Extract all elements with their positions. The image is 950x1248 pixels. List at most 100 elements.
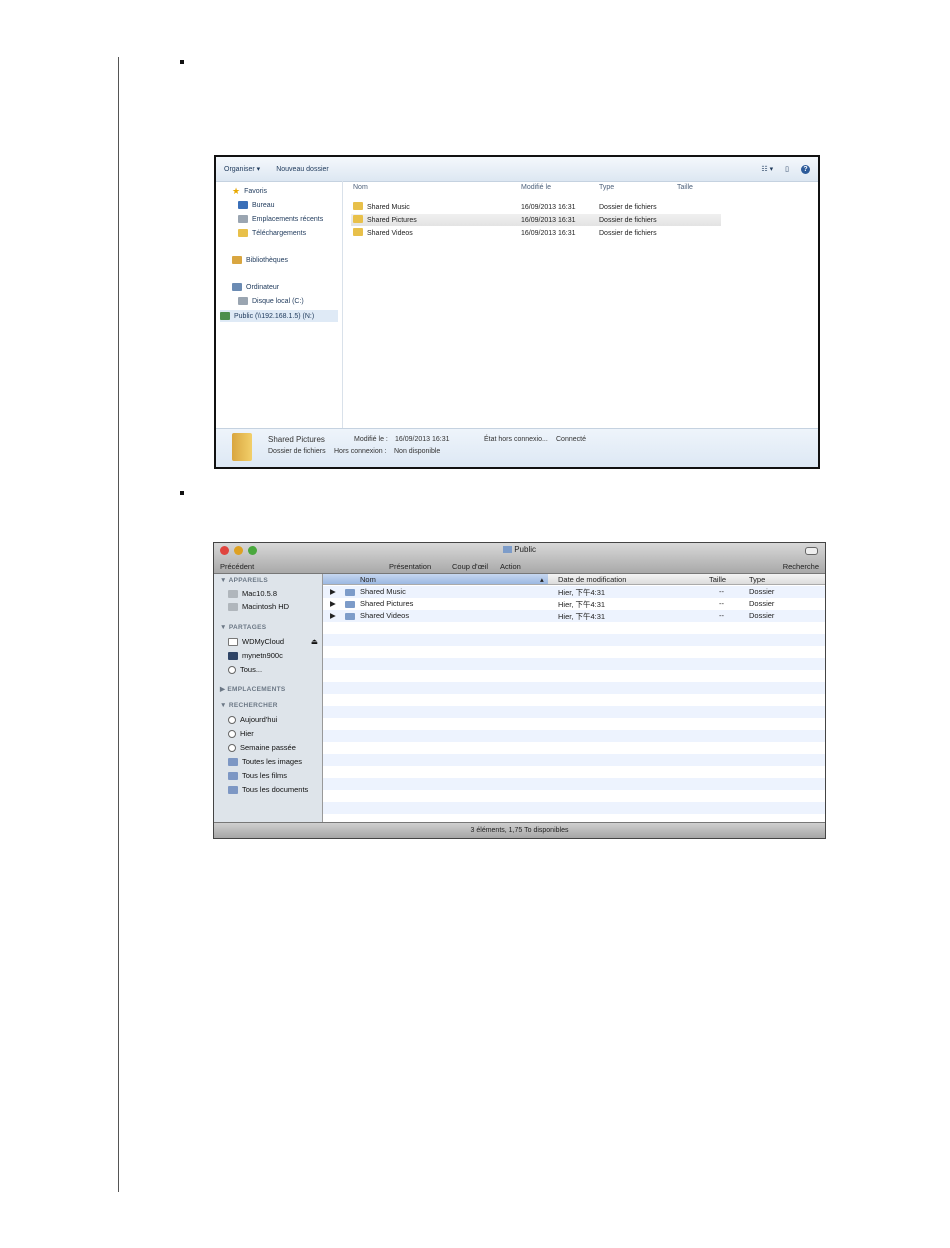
preview-pane-icon[interactable]: ▯ xyxy=(785,165,789,173)
sidebar-item-label: Semaine passée xyxy=(240,743,296,752)
windows-explorer-window: Organiser ▾ Nouveau dossier ☷ ▾ ▯ ? ★ Fa… xyxy=(214,155,820,469)
nav-computer[interactable]: Ordinateur xyxy=(232,283,279,291)
computer-icon xyxy=(232,283,242,291)
folder-icon xyxy=(345,612,355,620)
toolbar-toggle-button[interactable] xyxy=(805,547,818,555)
help-icon[interactable]: ? xyxy=(801,164,810,174)
smart-folder-icon xyxy=(228,757,238,766)
sidebar-section-search[interactable]: ▼ RECHERCHER xyxy=(220,702,278,709)
file-type: Dossier de fichiers xyxy=(599,203,657,211)
file-row[interactable]: Shared Videos 16/09/2013 16:31 Dossier d… xyxy=(351,227,721,239)
nav-favorites[interactable]: ★ Favoris xyxy=(232,187,267,196)
disclosure-triangle-icon[interactable]: ▶ xyxy=(330,599,336,608)
sidebar-item-all-documents[interactable]: Tous les documents xyxy=(228,785,308,794)
file-name: Shared Music xyxy=(367,203,410,211)
quicklook-button[interactable]: Coup d'œil xyxy=(452,562,488,571)
sorted-column-highlight xyxy=(323,574,548,584)
nav-network-share-label: Public (\\192.168.1.5) (N:) xyxy=(234,312,315,320)
sidebar-item-all-images[interactable]: Toutes les images xyxy=(228,757,302,766)
sidebar-item-label: WDMyCloud xyxy=(242,637,285,646)
column-header-size[interactable]: Taille xyxy=(677,184,693,191)
file-name: Shared Videos xyxy=(367,229,413,237)
nav-recent-label: Emplacements récents xyxy=(252,215,324,223)
file-modified: 16/09/2013 16:31 xyxy=(521,203,576,211)
column-header-size[interactable]: Taille xyxy=(709,575,726,584)
sidebar-section-places[interactable]: ▶ EMPLACEMENTS xyxy=(220,685,286,693)
details-pane: Shared Pictures Dossier de fichiers Modi… xyxy=(216,428,818,467)
recent-places-icon xyxy=(238,215,248,223)
details-kind: Dossier de fichiers xyxy=(268,448,326,455)
sidebar-item-mac[interactable]: Mac10.5.8 xyxy=(228,589,277,598)
item-date: Hier, 下午4:31 xyxy=(558,612,606,621)
sidebar-item-past-week[interactable]: Semaine passée xyxy=(228,743,296,752)
sidebar-item-all[interactable]: Tous... xyxy=(228,665,262,674)
folder-icon xyxy=(345,600,355,608)
libraries-icon xyxy=(232,256,242,264)
column-header-name[interactable]: Nom xyxy=(360,575,376,584)
disclosure-triangle-icon[interactable]: ▶ xyxy=(330,587,336,596)
folder-icon xyxy=(353,228,363,236)
nav-downloads[interactable]: Téléchargements xyxy=(238,229,306,237)
action-button[interactable]: Action xyxy=(500,562,521,571)
explorer-toolbar: Organiser ▾ Nouveau dossier ☷ ▾ ▯ ? xyxy=(216,157,818,182)
window-title-label: Public xyxy=(514,545,537,554)
nav-recent-places[interactable]: Emplacements récents xyxy=(238,215,323,223)
details-offline-value: Non disponible xyxy=(394,448,441,455)
item-kind: Dossier xyxy=(749,611,775,620)
large-folder-icon xyxy=(232,433,252,461)
item-size: -- xyxy=(719,599,724,608)
nav-local-disk-label: Disque local (C:) xyxy=(252,297,304,305)
details-offline-label: Hors connexion : xyxy=(334,448,387,455)
nav-desktop[interactable]: Bureau xyxy=(238,201,275,209)
nav-libraries[interactable]: Bibliothèques xyxy=(232,256,288,264)
hard-drive-icon xyxy=(228,602,238,611)
column-header-name[interactable]: Nom xyxy=(353,184,368,191)
finder-list-view: Nom ▴ Date de modification Taille Type ▶… xyxy=(323,574,825,824)
sidebar-item-wdmycloud[interactable]: WDMyCloud ⏏ xyxy=(228,637,318,646)
list-row[interactable]: ▶ Shared Pictures Hier, 下午4:31 -- Dossie… xyxy=(323,597,825,609)
network-globe-icon xyxy=(228,665,236,674)
sidebar-item-macintosh-hd[interactable]: Macintosh HD xyxy=(228,602,289,611)
sidebar-item-today[interactable]: Aujourd'hui xyxy=(228,715,277,724)
sidebar-item-yesterday[interactable]: Hier xyxy=(228,729,254,738)
file-modified: 16/09/2013 16:31 xyxy=(521,229,576,237)
view-options-icon[interactable]: ☷ ▾ xyxy=(761,165,773,173)
eject-icon[interactable]: ⏏ xyxy=(311,637,318,646)
sidebar-item-label: Toutes les images xyxy=(242,757,303,766)
disclosure-triangle-icon[interactable]: ▶ xyxy=(330,611,336,620)
sidebar-section-devices[interactable]: ▼ APPAREILS xyxy=(220,577,268,584)
column-header-date[interactable]: Date de modification xyxy=(558,575,626,584)
nav-network-share[interactable]: Public (\\192.168.1.5) (N:) xyxy=(220,310,338,322)
search-field[interactable]: Recherche xyxy=(783,562,819,571)
organize-button[interactable]: Organiser ▾ xyxy=(224,165,260,173)
page-margin-rule xyxy=(118,57,119,1192)
sort-arrow-icon: ▴ xyxy=(540,575,544,584)
file-row[interactable]: Shared Music 16/09/2013 16:31 Dossier de… xyxy=(351,201,721,213)
mac-finder-window: Public Précédent Présentation Coup d'œil… xyxy=(213,542,826,839)
view-button[interactable]: Présentation xyxy=(389,562,431,571)
nav-local-disk[interactable]: Disque local (C:) xyxy=(238,297,304,305)
new-folder-button[interactable]: Nouveau dossier xyxy=(276,166,329,173)
sidebar-item-mynetn900c[interactable]: mynetn900c xyxy=(228,651,283,660)
back-button[interactable]: Précédent xyxy=(220,562,254,571)
downloads-icon xyxy=(238,229,248,237)
item-name: Shared Pictures xyxy=(360,599,414,608)
folder-icon xyxy=(345,588,355,596)
item-name: Shared Videos xyxy=(360,611,410,620)
file-row-selected[interactable]: Shared Pictures 16/09/2013 16:31 Dossier… xyxy=(351,214,721,226)
list-row[interactable]: ▶ Shared Videos Hier, 下午4:31 -- Dossier xyxy=(323,609,825,621)
sidebar-section-shared[interactable]: ▼ PARTAGES xyxy=(220,624,266,631)
navigation-pane: ★ Favoris Bureau Emplacements récents Té… xyxy=(216,181,343,429)
column-header-kind[interactable]: Type xyxy=(749,575,765,584)
sidebar-item-all-movies[interactable]: Tous les films xyxy=(228,771,287,780)
column-header-modified[interactable]: Modifié le xyxy=(521,184,551,191)
folder-icon xyxy=(353,202,363,210)
column-header-type[interactable]: Type xyxy=(599,184,614,191)
finder-titlebar: Public Précédent Présentation Coup d'œil… xyxy=(214,543,825,574)
clock-icon xyxy=(228,715,236,724)
item-name: Shared Music xyxy=(360,587,406,596)
sidebar-item-label: Tous... xyxy=(240,665,263,674)
sidebar-item-label: mynetn900c xyxy=(242,651,283,660)
file-name: Shared Pictures xyxy=(367,216,417,224)
list-row[interactable]: ▶ Shared Music Hier, 下午4:31 -- Dossier xyxy=(323,585,825,597)
